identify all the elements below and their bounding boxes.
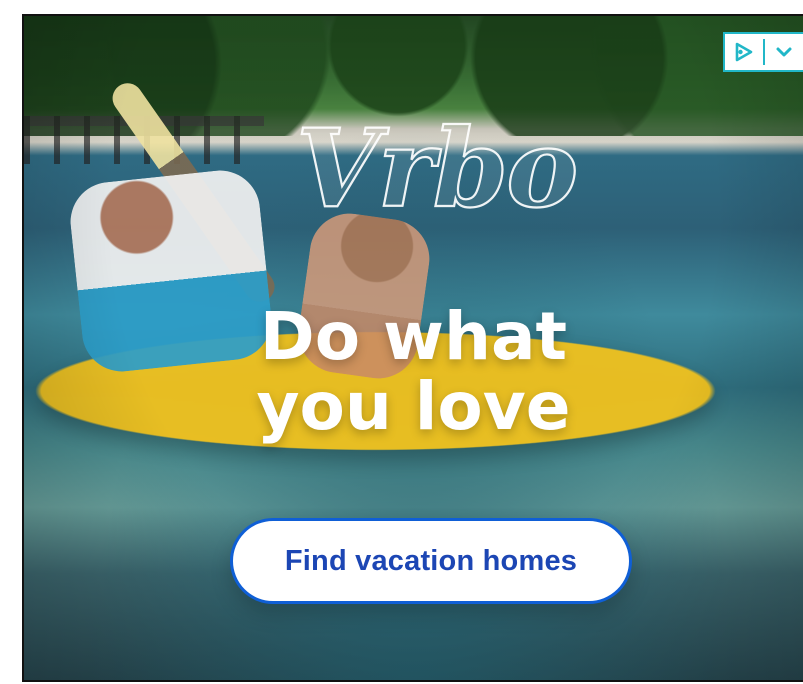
ad-frame: Vrbo Do what you love Find vacation home… <box>22 14 803 682</box>
controls-divider <box>763 39 765 65</box>
logo-text: Vrbo <box>296 108 576 228</box>
headline-line-1: Do what <box>259 298 568 375</box>
vrbo-logo: Vrbo <box>284 105 604 233</box>
chevron-down-icon[interactable] <box>771 39 797 65</box>
adchoices-icon[interactable] <box>731 39 757 65</box>
headline: Do what you love <box>24 302 803 442</box>
find-vacation-homes-button[interactable]: Find vacation homes <box>230 518 632 604</box>
top-right-controls[interactable] <box>723 32 803 72</box>
headline-line-2: you love <box>256 368 571 445</box>
